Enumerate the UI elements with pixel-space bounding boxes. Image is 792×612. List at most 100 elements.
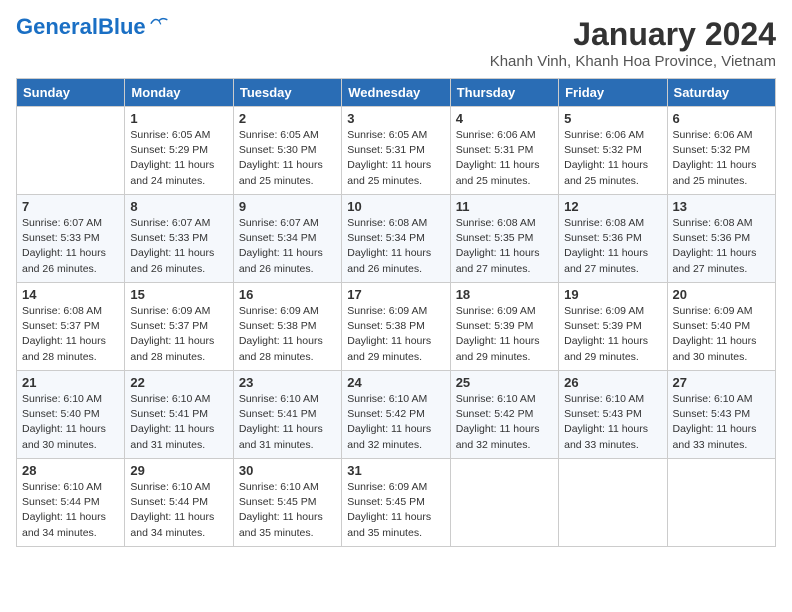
day-number: 9 [239, 199, 336, 214]
calendar-week-row: 14Sunrise: 6:08 AM Sunset: 5:37 PM Dayli… [17, 283, 776, 371]
day-number: 1 [130, 111, 227, 126]
calendar-cell: 14Sunrise: 6:08 AM Sunset: 5:37 PM Dayli… [17, 283, 125, 371]
day-number: 3 [347, 111, 444, 126]
calendar-week-row: 28Sunrise: 6:10 AM Sunset: 5:44 PM Dayli… [17, 459, 776, 547]
day-content: Sunrise: 6:08 AM Sunset: 5:36 PM Dayligh… [673, 216, 770, 277]
day-content: Sunrise: 6:10 AM Sunset: 5:41 PM Dayligh… [130, 392, 227, 453]
day-content: Sunrise: 6:10 AM Sunset: 5:41 PM Dayligh… [239, 392, 336, 453]
calendar-cell: 12Sunrise: 6:08 AM Sunset: 5:36 PM Dayli… [559, 195, 667, 283]
calendar-day-header: Tuesday [233, 79, 341, 107]
day-content: Sunrise: 6:06 AM Sunset: 5:32 PM Dayligh… [564, 128, 661, 189]
day-number: 30 [239, 463, 336, 478]
day-number: 8 [130, 199, 227, 214]
day-number: 23 [239, 375, 336, 390]
day-content: Sunrise: 6:10 AM Sunset: 5:40 PM Dayligh… [22, 392, 119, 453]
day-content: Sunrise: 6:09 AM Sunset: 5:39 PM Dayligh… [456, 304, 553, 365]
day-content: Sunrise: 6:06 AM Sunset: 5:31 PM Dayligh… [456, 128, 553, 189]
calendar-cell: 4 Sunrise: 6:06 AM Sunset: 5:31 PM Daylig… [450, 107, 558, 195]
day-content: Sunrise: 6:09 AM Sunset: 5:39 PM Dayligh… [564, 304, 661, 365]
day-number: 14 [22, 287, 119, 302]
day-number: 22 [130, 375, 227, 390]
calendar-day-header: Friday [559, 79, 667, 107]
day-content: Sunrise: 6:09 AM Sunset: 5:38 PM Dayligh… [347, 304, 444, 365]
day-number: 19 [564, 287, 661, 302]
calendar-cell: 19 Sunrise: 6:09 AM Sunset: 5:39 PM Dayli… [559, 283, 667, 371]
calendar-cell: 31 Sunrise: 6:09 AM Sunset: 5:45 PM Dayli… [342, 459, 450, 547]
day-content: Sunrise: 6:10 AM Sunset: 5:42 PM Dayligh… [347, 392, 444, 453]
calendar-cell [667, 459, 775, 547]
day-content: Sunrise: 6:07 AM Sunset: 5:33 PM Dayligh… [130, 216, 227, 277]
calendar-cell: 18 Sunrise: 6:09 AM Sunset: 5:39 PM Dayli… [450, 283, 558, 371]
calendar-day-header: Sunday [17, 79, 125, 107]
day-number: 27 [673, 375, 770, 390]
month-title: January 2024 [490, 16, 776, 53]
calendar-cell: 25 Sunrise: 6:10 AM Sunset: 5:42 PM Dayli… [450, 371, 558, 459]
day-number: 25 [456, 375, 553, 390]
calendar-cell: 23 Sunrise: 6:10 AM Sunset: 5:41 PM Dayli… [233, 371, 341, 459]
calendar-cell: 1 Sunrise: 6:05 AM Sunset: 5:29 PM Daylig… [125, 107, 233, 195]
day-number: 31 [347, 463, 444, 478]
calendar-cell: 24 Sunrise: 6:10 AM Sunset: 5:42 PM Dayli… [342, 371, 450, 459]
logo: GeneralBlue [16, 16, 168, 38]
day-content: Sunrise: 6:06 AM Sunset: 5:32 PM Dayligh… [673, 128, 770, 189]
calendar-cell: 7 Sunrise: 6:07 AM Sunset: 5:33 PM Daylig… [17, 195, 125, 283]
day-number: 17 [347, 287, 444, 302]
calendar-cell: 6 Sunrise: 6:06 AM Sunset: 5:32 PM Daylig… [667, 107, 775, 195]
calendar-table: SundayMondayTuesdayWednesdayThursdayFrid… [16, 78, 776, 547]
day-content: Sunrise: 6:07 AM Sunset: 5:33 PM Dayligh… [22, 216, 119, 277]
day-number: 6 [673, 111, 770, 126]
day-content: Sunrise: 6:05 AM Sunset: 5:29 PM Dayligh… [130, 128, 227, 189]
calendar-week-row: 1 Sunrise: 6:05 AM Sunset: 5:29 PM Daylig… [17, 107, 776, 195]
day-number: 15 [130, 287, 227, 302]
day-number: 7 [22, 199, 119, 214]
calendar-header-row: SundayMondayTuesdayWednesdayThursdayFrid… [17, 79, 776, 107]
day-content: Sunrise: 6:10 AM Sunset: 5:44 PM Dayligh… [130, 480, 227, 541]
day-number: 10 [347, 199, 444, 214]
calendar-week-row: 7 Sunrise: 6:07 AM Sunset: 5:33 PM Daylig… [17, 195, 776, 283]
calendar-week-row: 21 Sunrise: 6:10 AM Sunset: 5:40 PM Dayli… [17, 371, 776, 459]
day-content: Sunrise: 6:08 AM Sunset: 5:34 PM Dayligh… [347, 216, 444, 277]
day-number: 13 [673, 199, 770, 214]
day-number: 24 [347, 375, 444, 390]
day-number: 20 [673, 287, 770, 302]
day-content: Sunrise: 6:08 AM Sunset: 5:36 PM Dayligh… [564, 216, 661, 277]
calendar-day-header: Thursday [450, 79, 558, 107]
day-content: Sunrise: 6:09 AM Sunset: 5:45 PM Dayligh… [347, 480, 444, 541]
day-number: 11 [456, 199, 553, 214]
calendar-cell: 8 Sunrise: 6:07 AM Sunset: 5:33 PM Daylig… [125, 195, 233, 283]
day-number: 29 [130, 463, 227, 478]
calendar-cell: 13 Sunrise: 6:08 AM Sunset: 5:36 PM Dayli… [667, 195, 775, 283]
day-number: 4 [456, 111, 553, 126]
day-content: Sunrise: 6:10 AM Sunset: 5:45 PM Dayligh… [239, 480, 336, 541]
calendar-day-header: Monday [125, 79, 233, 107]
calendar-cell [17, 107, 125, 195]
day-content: Sunrise: 6:09 AM Sunset: 5:40 PM Dayligh… [673, 304, 770, 365]
day-content: Sunrise: 6:05 AM Sunset: 5:31 PM Dayligh… [347, 128, 444, 189]
calendar-cell: 30 Sunrise: 6:10 AM Sunset: 5:45 PM Dayli… [233, 459, 341, 547]
calendar-cell: 5 Sunrise: 6:06 AM Sunset: 5:32 PM Daylig… [559, 107, 667, 195]
calendar-cell: 15Sunrise: 6:09 AM Sunset: 5:37 PM Dayli… [125, 283, 233, 371]
title-block: January 2024 Khanh Vinh, Khanh Hoa Provi… [490, 16, 776, 70]
calendar-cell: 16 Sunrise: 6:09 AM Sunset: 5:38 PM Dayli… [233, 283, 341, 371]
logo-bird-icon [150, 15, 168, 29]
calendar-cell: 11Sunrise: 6:08 AM Sunset: 5:35 PM Dayli… [450, 195, 558, 283]
calendar-cell: 26Sunrise: 6:10 AM Sunset: 5:43 PM Dayli… [559, 371, 667, 459]
day-number: 21 [22, 375, 119, 390]
day-number: 16 [239, 287, 336, 302]
day-number: 18 [456, 287, 553, 302]
calendar-cell: 2Sunrise: 6:05 AM Sunset: 5:30 PM Daylig… [233, 107, 341, 195]
calendar-cell: 9Sunrise: 6:07 AM Sunset: 5:34 PM Daylig… [233, 195, 341, 283]
day-content: Sunrise: 6:10 AM Sunset: 5:44 PM Dayligh… [22, 480, 119, 541]
calendar-cell: 20 Sunrise: 6:09 AM Sunset: 5:40 PM Dayli… [667, 283, 775, 371]
day-content: Sunrise: 6:10 AM Sunset: 5:43 PM Dayligh… [673, 392, 770, 453]
day-content: Sunrise: 6:05 AM Sunset: 5:30 PM Dayligh… [239, 128, 336, 189]
calendar-day-header: Wednesday [342, 79, 450, 107]
page-header: GeneralBlue January 2024 Khanh Vinh, Kha… [16, 16, 776, 70]
logo-text: GeneralBlue [16, 16, 146, 38]
calendar-body: 1 Sunrise: 6:05 AM Sunset: 5:29 PM Daylig… [17, 107, 776, 547]
calendar-day-header: Saturday [667, 79, 775, 107]
day-number: 5 [564, 111, 661, 126]
day-content: Sunrise: 6:10 AM Sunset: 5:42 PM Dayligh… [456, 392, 553, 453]
day-content: Sunrise: 6:09 AM Sunset: 5:38 PM Dayligh… [239, 304, 336, 365]
calendar-cell: 10 Sunrise: 6:08 AM Sunset: 5:34 PM Dayli… [342, 195, 450, 283]
